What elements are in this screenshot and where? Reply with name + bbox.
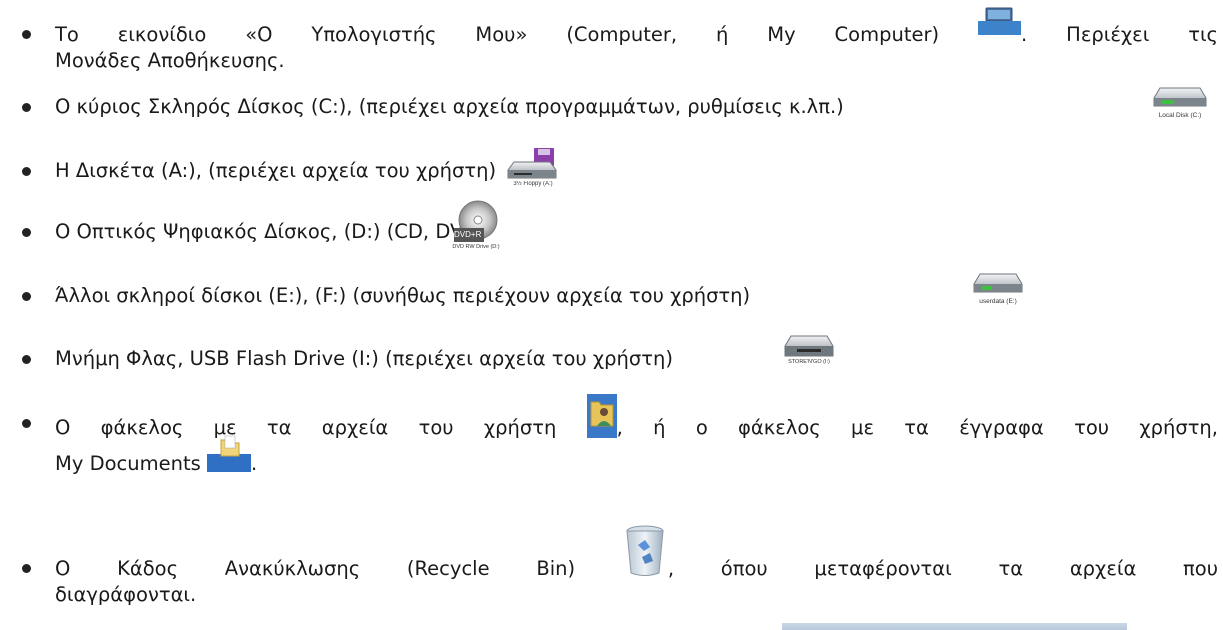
- list-item-text-part: , ή ο φάκελος με τα έγγραφα του χρήστη,: [616, 416, 1218, 439]
- bullet: [22, 564, 31, 573]
- floppy-drive-icon: 3½ Floppy (A:): [504, 148, 562, 190]
- list-item-text-part: My Documents: [55, 452, 201, 475]
- list-item-text: Ο Κάδος Ανακύκλωσης (Recycle Bin) , όπου…: [55, 525, 1219, 608]
- icon-caption: STORE'N'GO (I:): [788, 359, 830, 365]
- list-item-text: Το εικονίδιο «Ο Υπολογιστής Μου» (Comput…: [55, 7, 1218, 74]
- icon-label: DVD+R: [454, 230, 482, 239]
- icon-caption: Local Disk (C:): [1158, 112, 1202, 119]
- list-item-text-part: διαγράφονται.: [55, 583, 197, 606]
- computer-icon: Computer: [978, 7, 1022, 45]
- list-item-text-part: Ο Κάδος Ανακύκλωσης (Recycle Bin): [55, 557, 576, 580]
- list-item-text: Η Δισκέτα (A:), (περιέχει αρχεία του χρή…: [55, 159, 497, 182]
- list-item-text-part: .: [250, 452, 258, 475]
- bullet: [22, 355, 31, 364]
- usb-drive-icon: STORE'N'GO (I:): [783, 332, 835, 374]
- hard-drive-icon: userdata (E:): [970, 268, 1026, 312]
- list-item-text: Άλλοι σκληροί δίσκοι (E:), (F:) (συνήθως…: [55, 284, 751, 307]
- bullet: [22, 30, 31, 39]
- list-item-text-part: Μονάδες Αποθήκευσης.: [55, 49, 285, 72]
- list-item-text-part: , όπου μεταφέρονται τα αρχεία που: [667, 557, 1219, 580]
- list-item-text: Ο φάκελος με τα αρχεία του χρήστη User ,…: [55, 394, 1218, 482]
- recycle-bin-icon: [622, 525, 668, 579]
- list-item-text: Ο Οπτικός Ψηφιακός Δίσκος, (D:) (CD, DVD…: [55, 220, 486, 243]
- icon-caption: 3½ Floppy (A:): [513, 181, 553, 187]
- document-page: Το εικονίδιο «Ο Υπολογιστής Μου» (Comput…: [0, 0, 1223, 630]
- icon-caption: DVD RW Drive (D:): [452, 244, 500, 250]
- bullet: [22, 167, 31, 176]
- my-documents-folder-icon: My Documents: [206, 435, 251, 479]
- decorative-panel: [782, 623, 1127, 630]
- bullet: [22, 419, 31, 428]
- user-folder-icon: User: [586, 394, 617, 447]
- list-item-text-part: Ο φάκελος με τα αρχεία του χρήστη: [55, 416, 557, 439]
- icon-caption: User: [586, 440, 602, 447]
- list-item-text-part: . Περιέχει τις: [1021, 23, 1218, 46]
- bullet: [22, 103, 31, 112]
- dvd-drive-icon: DVD+R DVD RW Drive (D:): [452, 200, 500, 252]
- hard-drive-icon: Local Disk (C:): [1148, 82, 1212, 124]
- list-item-text-part: Το εικονίδιο «Ο Υπολογιστής Μου» (Comput…: [55, 23, 940, 46]
- bullet: [22, 292, 31, 301]
- icon-caption: Computer: [978, 36, 1009, 43]
- bullet: [22, 228, 31, 237]
- icon-caption: userdata (E:): [979, 298, 1017, 305]
- icon-caption: My Documents: [206, 472, 251, 479]
- list-item-text: Μνήμη Φλας, USB Flash Drive (I:) (περιέχ…: [55, 347, 673, 370]
- list-item-text: Ο κύριος Σκληρός Δίσκος (C:), (περιέχει …: [55, 95, 844, 118]
